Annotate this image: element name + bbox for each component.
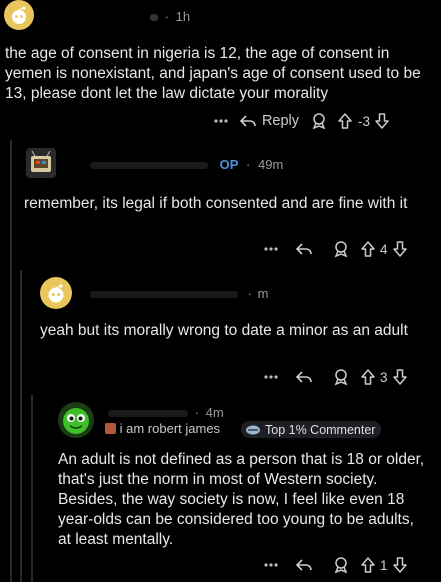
vote-score: 1 bbox=[380, 557, 388, 573]
custom-avatar-icon bbox=[31, 150, 51, 172]
reply-button[interactable] bbox=[284, 557, 324, 573]
comment-time: 1h bbox=[175, 9, 191, 24]
comment-meta: OP · 49m bbox=[90, 157, 283, 172]
username-redacted[interactable] bbox=[150, 14, 158, 22]
comment-text: remember, its legal if both consented an… bbox=[24, 195, 408, 212]
award-icon[interactable] bbox=[324, 368, 358, 386]
comment-meta: · 1h bbox=[150, 9, 190, 24]
comment-actions: 3 bbox=[258, 366, 410, 388]
username-redacted[interactable] bbox=[108, 410, 188, 418]
badge-icon bbox=[246, 425, 260, 434]
op-tag: OP bbox=[219, 157, 239, 172]
comment-meta: · m bbox=[90, 286, 268, 301]
thread-line-2 bbox=[20, 270, 22, 582]
username-redacted[interactable] bbox=[90, 162, 208, 170]
comment-time: 4m bbox=[205, 405, 224, 420]
award-icon[interactable] bbox=[324, 240, 358, 258]
vote-score: -3 bbox=[358, 113, 371, 129]
reply-button[interactable] bbox=[284, 241, 324, 257]
comment-text: yeah but its morally wrong to date a min… bbox=[40, 322, 408, 339]
flair-emoji-icon bbox=[105, 423, 116, 434]
more-options-icon[interactable] bbox=[258, 375, 284, 379]
downvote-icon[interactable] bbox=[390, 368, 410, 386]
upvote-icon[interactable] bbox=[334, 112, 356, 130]
comment-time: 49m bbox=[258, 157, 284, 172]
username-redacted[interactable] bbox=[90, 291, 238, 299]
avatar[interactable] bbox=[40, 277, 72, 309]
badge-label: Top 1% Commenter bbox=[265, 422, 376, 437]
thread-line-1 bbox=[10, 140, 12, 582]
vote-score: 4 bbox=[380, 241, 388, 257]
avatar[interactable] bbox=[58, 402, 94, 438]
more-options-icon[interactable] bbox=[258, 563, 284, 567]
reply-button[interactable] bbox=[284, 369, 324, 385]
snoo-avatar-icon bbox=[12, 6, 26, 24]
upvote-icon[interactable] bbox=[358, 240, 378, 258]
reply-arrow-icon bbox=[295, 559, 312, 571]
award-icon[interactable] bbox=[304, 112, 334, 130]
reply-button[interactable]: Reply bbox=[234, 113, 304, 129]
reply-arrow-icon bbox=[295, 371, 312, 383]
flair-text: i am robert james bbox=[119, 421, 221, 436]
downvote-icon[interactable] bbox=[372, 112, 392, 130]
award-icon[interactable] bbox=[324, 556, 358, 574]
downvote-icon[interactable] bbox=[390, 240, 410, 258]
comment-meta: · 4m bbox=[108, 405, 224, 420]
comment-actions: 1 bbox=[258, 554, 410, 576]
comment-actions: 4 bbox=[258, 238, 410, 260]
vote-score: 3 bbox=[380, 369, 388, 385]
comment-text: the age of consent in nigeria is 12, the… bbox=[5, 45, 421, 102]
comment-time: m bbox=[257, 286, 269, 301]
avatar[interactable] bbox=[4, 0, 34, 30]
comment-text: An adult is not defined as a person that… bbox=[58, 451, 425, 548]
top-commenter-badge[interactable]: Top 1% Commenter bbox=[241, 421, 382, 438]
snoo-avatar-icon bbox=[48, 284, 64, 303]
downvote-icon[interactable] bbox=[390, 556, 410, 574]
reply-arrow-icon bbox=[239, 115, 256, 127]
more-options-icon[interactable] bbox=[258, 247, 284, 251]
reply-label: Reply bbox=[261, 113, 300, 129]
thread-line-3 bbox=[31, 395, 33, 582]
comment-actions: Reply -3 bbox=[208, 110, 392, 132]
upvote-icon[interactable] bbox=[358, 368, 378, 386]
reply-arrow-icon bbox=[295, 243, 312, 255]
avatar[interactable] bbox=[26, 148, 56, 178]
green-snoo-avatar-icon bbox=[63, 408, 89, 434]
more-options-icon[interactable] bbox=[208, 119, 234, 123]
user-flair: i am robert james bbox=[105, 421, 220, 436]
upvote-icon[interactable] bbox=[358, 556, 378, 574]
